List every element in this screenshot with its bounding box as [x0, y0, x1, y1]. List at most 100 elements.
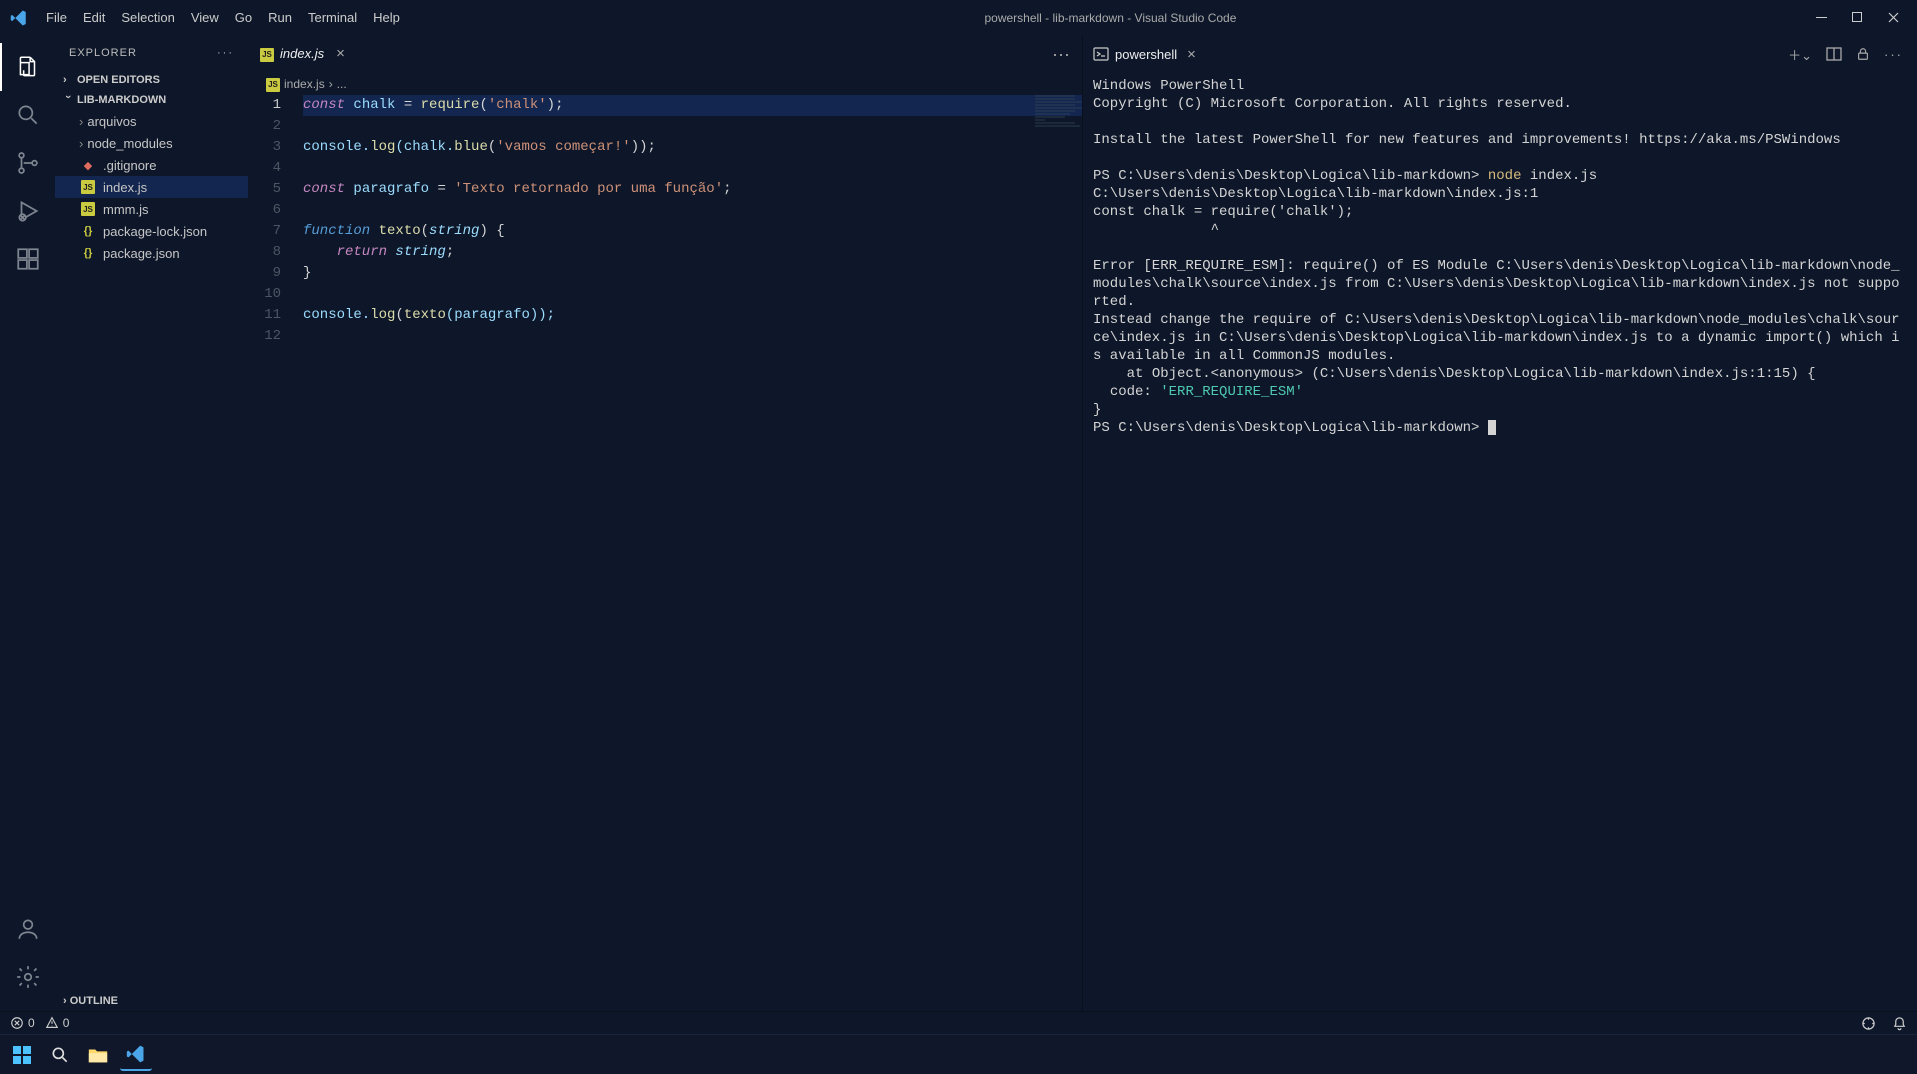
line-number: 8 — [248, 242, 281, 263]
term-line: Copyright (C) Microsoft Corporation. All… — [1093, 96, 1572, 112]
menu-edit[interactable]: Edit — [75, 4, 113, 31]
activity-account[interactable] — [0, 905, 55, 953]
code-line: const paragrafo = 'Texto retornado por u… — [303, 179, 1082, 200]
folder-arquivos[interactable]: › arquivos — [55, 110, 248, 132]
file-package-lock[interactable]: {} package-lock.json — [55, 220, 248, 242]
js-file-icon: JS — [266, 76, 280, 92]
title-bar: File Edit Selection View Go Run Terminal… — [0, 0, 1917, 35]
project-section[interactable]: › LIB-MARKDOWN — [55, 90, 248, 110]
menu-terminal[interactable]: Terminal — [300, 4, 365, 31]
file-mmm-js[interactable]: JS mmm.js — [55, 198, 248, 220]
file-package-json[interactable]: {} package.json — [55, 242, 248, 264]
menu-selection[interactable]: Selection — [113, 4, 182, 31]
terminal-tab-powershell[interactable]: powershell × — [1083, 35, 1206, 73]
term-prompt: PS C:\Users\denis\Desktop\Logica\lib-mar… — [1093, 420, 1488, 436]
activity-bar — [0, 35, 55, 1011]
line-number: 3 — [248, 137, 281, 158]
file-gitignore[interactable]: ◆ .gitignore — [55, 154, 248, 176]
activity-source-control[interactable] — [0, 139, 55, 187]
new-terminal-icon[interactable]: ＋⌄ — [1788, 45, 1812, 64]
open-editors-label: OPEN EDITORS — [77, 74, 160, 86]
line-number: 6 — [248, 200, 281, 221]
term-line: code: — [1093, 384, 1160, 400]
js-file-icon: JS — [79, 178, 97, 196]
minimize-button[interactable] — [1813, 3, 1829, 33]
menu-go[interactable]: Go — [227, 4, 260, 31]
terminal-output[interactable]: Windows PowerShell Copyright (C) Microso… — [1083, 73, 1917, 1011]
status-feedback-icon[interactable] — [1861, 1016, 1876, 1031]
term-error: Error [ERR_REQUIRE_ESM]: require() of ES… — [1093, 258, 1900, 310]
folder-label: node_modules — [87, 136, 172, 151]
line-number: 7 — [248, 221, 281, 242]
json-file-icon: {} — [79, 222, 97, 240]
status-bar: 0 0 — [0, 1011, 1917, 1034]
window-controls — [1813, 3, 1909, 33]
code-line: console.log(texto(paragrafo)); — [303, 305, 1082, 326]
status-bell-icon[interactable] — [1892, 1016, 1907, 1031]
breadcrumb-sep: › — [329, 77, 333, 91]
chevron-right-icon: › — [63, 995, 67, 1007]
terminal-more-icon[interactable]: ··· — [1884, 47, 1903, 62]
outline-section[interactable]: › OUTLINE — [55, 991, 248, 1011]
activity-run-debug[interactable] — [0, 187, 55, 235]
code-line: } — [303, 263, 1082, 284]
file-label: .gitignore — [103, 158, 156, 173]
open-editors-section[interactable]: › OPEN EDITORS — [55, 70, 248, 90]
activity-explorer[interactable] — [0, 43, 55, 91]
lock-icon[interactable] — [1856, 47, 1870, 61]
taskbar-explorer[interactable] — [82, 1039, 114, 1071]
terminal-tab-bar: powershell × ＋⌄ ··· — [1083, 35, 1917, 73]
status-warnings[interactable]: 0 — [45, 1016, 70, 1030]
file-label: package.json — [103, 246, 180, 261]
term-prompt: PS C:\Users\denis\Desktop\Logica\lib-mar… — [1093, 168, 1488, 184]
file-index-js[interactable]: JS index.js — [55, 176, 248, 198]
term-line: at Object.<anonymous> (C:\Users\denis\De… — [1093, 366, 1816, 382]
js-file-icon: JS — [79, 200, 97, 218]
code-editor[interactable]: 1 2 3 4 5 6 7 8 9 10 11 12 const chalk =… — [248, 95, 1082, 1011]
git-icon: ◆ — [79, 156, 97, 174]
code-line: return string; — [303, 242, 1082, 263]
menu-file[interactable]: File — [38, 4, 75, 31]
json-file-icon: {} — [79, 244, 97, 262]
breadcrumb-file: index.js — [284, 77, 325, 91]
explorer-header: EXPLORER ··· — [55, 35, 248, 70]
maximize-button[interactable] — [1849, 3, 1865, 33]
line-number: 9 — [248, 263, 281, 284]
line-number: 10 — [248, 284, 281, 305]
chevron-right-icon: › — [63, 74, 73, 86]
vscode-logo-icon — [10, 9, 28, 27]
menu-view[interactable]: View — [183, 4, 227, 31]
editor-tab-index-js[interactable]: JS index.js × — [248, 35, 357, 73]
status-errors[interactable]: 0 — [10, 1016, 35, 1030]
breadcrumb[interactable]: JS index.js › ... — [248, 73, 1082, 95]
activity-search[interactable] — [0, 91, 55, 139]
folder-node-modules[interactable]: › node_modules — [55, 132, 248, 154]
line-number: 2 — [248, 116, 281, 137]
split-terminal-icon[interactable] — [1826, 46, 1842, 62]
code-line — [303, 116, 1082, 137]
activity-settings[interactable] — [0, 953, 55, 1001]
activity-extensions[interactable] — [0, 235, 55, 283]
code-content[interactable]: const chalk = require('chalk'); console.… — [303, 95, 1082, 1011]
minimap[interactable] — [1027, 95, 1082, 1011]
taskbar-vscode[interactable] — [120, 1039, 152, 1071]
editor-actions[interactable]: ··· — [1040, 35, 1082, 73]
breadcrumb-more: ... — [337, 77, 347, 91]
code-line — [303, 158, 1082, 179]
terminal-tab-label: powershell — [1115, 47, 1177, 62]
close-tab-icon[interactable]: × — [336, 45, 345, 62]
taskbar-search[interactable] — [44, 1039, 76, 1071]
explorer-more-icon[interactable]: ··· — [217, 47, 234, 59]
start-button[interactable] — [6, 1039, 38, 1071]
menu-help[interactable]: Help — [365, 4, 408, 31]
terminal-icon — [1093, 46, 1109, 62]
close-button[interactable] — [1885, 3, 1901, 33]
code-line — [303, 200, 1082, 221]
term-error: Instead change the require of C:\Users\d… — [1093, 312, 1900, 364]
window-title: powershell - lib-markdown - Visual Studi… — [408, 11, 1813, 25]
close-terminal-icon[interactable]: × — [1187, 46, 1196, 63]
menu-run[interactable]: Run — [260, 4, 300, 31]
chevron-right-icon: › — [79, 136, 83, 151]
windows-taskbar — [0, 1034, 1917, 1074]
line-number: 1 — [248, 95, 281, 116]
